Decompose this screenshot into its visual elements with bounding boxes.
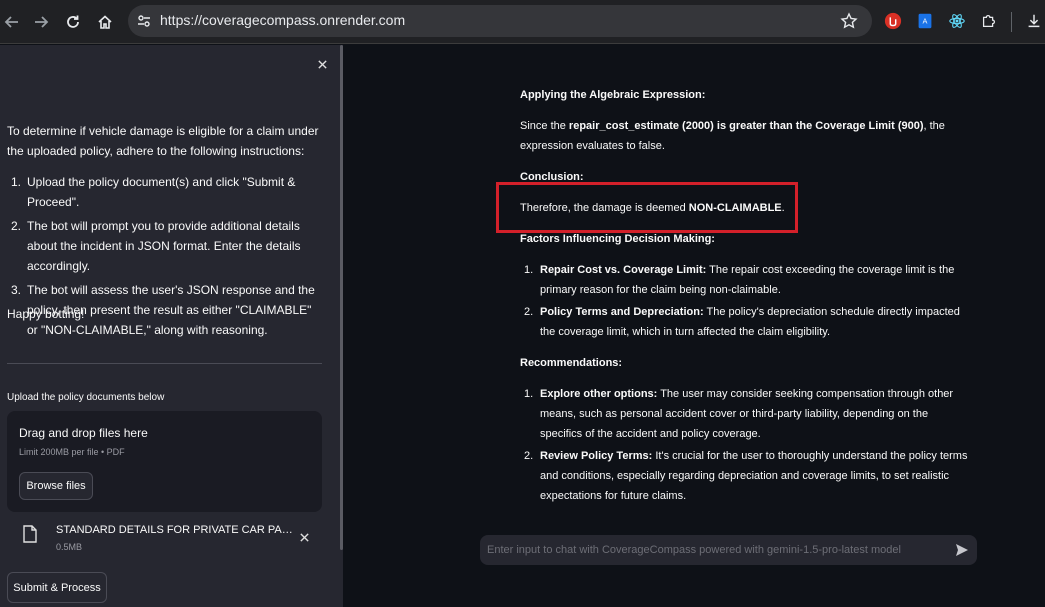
step-text: Upload the policy document(s) and click … <box>27 175 296 209</box>
recommendation-item: 1. Explore other options: The user may co… <box>520 384 972 444</box>
sidebar: To determine if vehicle damage is eligib… <box>0 45 343 607</box>
svg-text:A: A <box>923 16 928 25</box>
file-dropzone[interactable]: Drag and drop files here Limit 200MB per… <box>7 411 322 512</box>
upload-label: Upload the policy documents below <box>7 392 165 403</box>
browser-toolbar: https://coveragecompass.onrender.com A <box>0 0 1045 44</box>
conclusion-highlight-box <box>496 182 798 233</box>
chat-input[interactable] <box>480 535 940 565</box>
step-number: 2. <box>11 219 22 233</box>
factor-title: Policy Terms and Depreciation: <box>540 306 704 318</box>
step-number: 3. <box>11 283 22 297</box>
factor-number: 1. <box>524 264 534 276</box>
chat-main: Applying the Algebraic Expression: Since… <box>343 45 1045 607</box>
recommendation-item: 2. Review Policy Terms: It's crucial for … <box>520 446 972 506</box>
recommendation-title: Review Policy Terms: <box>540 450 653 462</box>
sidebar-intro: To determine if vehicle damage is eligib… <box>7 124 319 158</box>
file-name: STANDARD DETAILS FOR PRIVATE CAR PACKAGE… <box>56 524 296 536</box>
uploaded-file: STANDARD DETAILS FOR PRIVATE CAR PACKAGE… <box>7 517 322 557</box>
reload-icon[interactable] <box>61 10 85 34</box>
remove-file-icon[interactable] <box>297 530 311 544</box>
sidebar-divider <box>7 363 322 364</box>
heading-recommendations: Recommendations: <box>520 357 623 369</box>
assistant-message: Applying the Algebraic Expression: Since… <box>520 85 972 517</box>
recommendation-number: 1. <box>524 388 534 400</box>
dropzone-title: Drag and drop files here <box>19 426 148 440</box>
browse-files-button[interactable]: Browse files <box>19 472 93 500</box>
toolbar-separator <box>1011 12 1012 32</box>
home-icon[interactable] <box>93 10 117 34</box>
forward-icon[interactable] <box>29 10 53 34</box>
extension-react-icon[interactable] <box>947 11 967 31</box>
step-number: 1. <box>11 175 22 189</box>
factors-list: 1. Repair Cost vs. Coverage Limit: The re… <box>520 260 972 342</box>
extensions-puzzle-icon[interactable] <box>979 11 999 31</box>
recommendation-number: 2. <box>524 450 534 462</box>
file-size: 0.5MB <box>56 542 83 552</box>
extension-translate-icon[interactable]: A <box>915 11 935 31</box>
site-settings-icon[interactable] <box>136 13 152 29</box>
address-bar[interactable]: https://coveragecompass.onrender.com <box>128 5 872 37</box>
recommendation-title: Explore other options: <box>540 388 658 400</box>
download-icon[interactable] <box>1024 11 1044 31</box>
submit-process-button[interactable]: Submit & Process <box>7 572 107 603</box>
recommendations-list: 1. Explore other options: The user may co… <box>520 384 972 506</box>
instruction-step: 2. The bot will prompt you to provide ad… <box>7 216 322 276</box>
factor-title: Repair Cost vs. Coverage Limit: <box>540 264 707 276</box>
happy-botting-text: Happy botting! <box>7 307 85 321</box>
close-sidebar-icon[interactable] <box>313 55 331 73</box>
send-icon[interactable] <box>955 543 969 557</box>
instruction-step: 1. Upload the policy document(s) and cli… <box>7 172 322 212</box>
heading-applying: Applying the Algebraic Expression: <box>520 89 706 101</box>
since-paragraph: Since the repair_cost_estimate (2000) is… <box>520 116 972 156</box>
factor-item: 1. Repair Cost vs. Coverage Limit: The re… <box>520 260 972 300</box>
extension-stop-icon[interactable] <box>883 11 903 31</box>
back-icon[interactable] <box>0 10 24 34</box>
since-bold: repair_cost_estimate (2000) is greater t… <box>568 120 924 132</box>
factor-number: 2. <box>524 306 534 318</box>
bookmark-star-icon[interactable] <box>840 12 858 30</box>
since-pre: Since the <box>520 120 569 132</box>
factor-item: 2. Policy Terms and Depreciation: The pol… <box>520 302 972 342</box>
dropzone-limit: Limit 200MB per file • PDF <box>19 447 125 457</box>
file-icon <box>23 525 37 543</box>
chat-input-container[interactable] <box>480 535 977 565</box>
address-url[interactable]: https://coveragecompass.onrender.com <box>160 12 405 28</box>
step-text: The bot will prompt you to provide addit… <box>27 219 301 273</box>
